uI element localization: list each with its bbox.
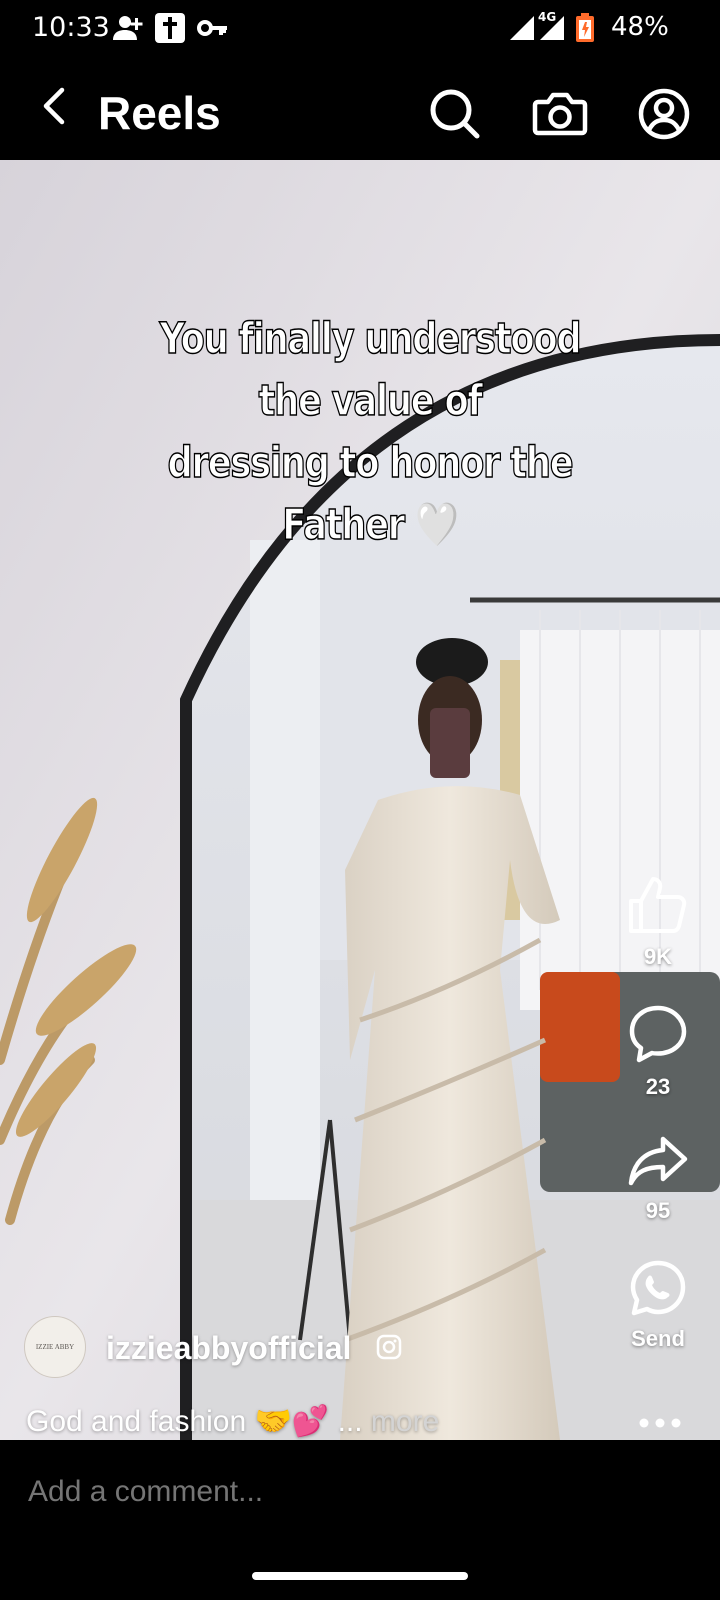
overlay-line-1: You finally understood the value of [159,313,582,427]
caption-emoji: 🤝💕 [254,1404,330,1439]
comment-count: 23 [645,1074,671,1099]
send-label: Send [631,1326,685,1351]
caption-text: God and fashion [26,1405,255,1438]
camera-icon[interactable] [532,86,588,142]
like-button[interactable]: 9K [614,875,702,970]
post-caption[interactable]: God and fashion 🤝💕 ... more [26,1404,439,1439]
overlay-heart-emoji: 🤍 [415,500,459,550]
share-button[interactable]: 95 [614,1133,702,1224]
more-link[interactable]: more [371,1405,439,1438]
status-time: 10:33 [32,12,110,43]
home-indicator[interactable] [252,1572,468,1580]
avatar[interactable]: IZZIE ABBY [24,1316,86,1378]
comment-bubble-icon [627,1005,689,1069]
whatsapp-icon [629,1260,687,1321]
cross-icon [154,12,186,49]
status-bar: 10:33 4G 48% [0,0,720,56]
more-options-icon[interactable] [636,1412,684,1434]
video-overlay-text: You finally understood the value of dres… [124,308,616,556]
battery-icon [574,12,596,49]
caption-ellipsis: ... [329,1405,371,1438]
reel-video[interactable]: You finally understood the value of dres… [0,160,720,1440]
share-count: 95 [645,1198,671,1223]
comment-bar [0,1440,720,1560]
battery-percent: 48% [611,12,669,42]
back-arrow-icon[interactable] [34,84,78,128]
person-add-icon [112,12,144,49]
like-count: 9K [643,944,673,969]
instagram-icon [376,1334,402,1360]
search-icon[interactable] [427,86,483,142]
profile-icon[interactable] [636,86,692,142]
avatar-text: IZZIE ABBY [35,1343,75,1351]
share-arrow-icon [627,1136,689,1193]
username[interactable]: izzieabbyofficial [106,1330,351,1367]
comment-input[interactable] [26,1474,690,1510]
thumbs-up-icon [627,877,689,939]
send-button[interactable]: Send [614,1259,702,1352]
comment-button[interactable]: 23 [614,1003,702,1100]
overlay-line-2: dressing to honor the Father [167,437,574,551]
app-bar: Reels [0,56,720,160]
key-icon [197,12,229,49]
page-title: Reels [98,87,221,139]
network-type: 4G [538,10,557,24]
author-row: IZZIE ABBY izzieabbyofficial [24,1316,584,1380]
